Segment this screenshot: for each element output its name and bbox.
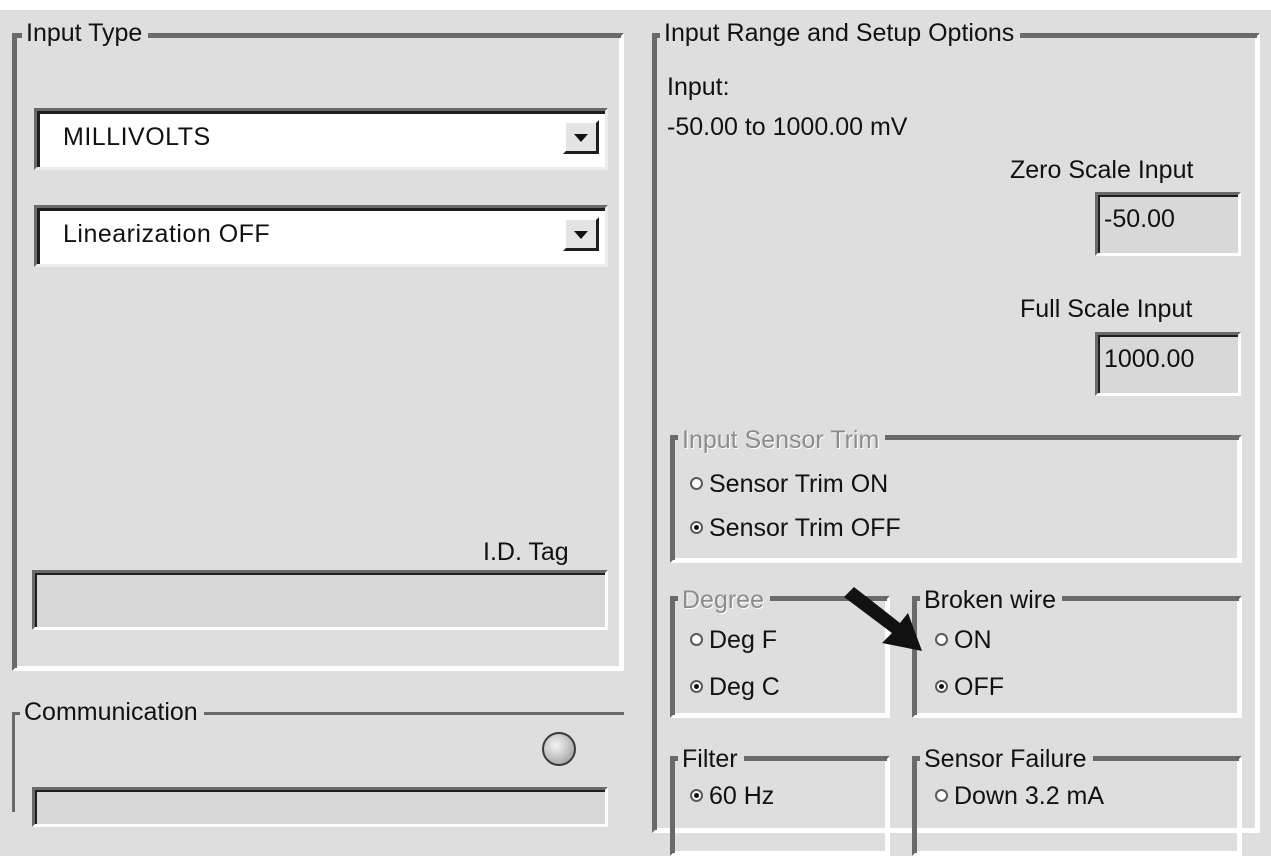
sensor-trim-legend: Input Sensor Trim [678, 425, 886, 455]
led-icon [542, 732, 576, 766]
radio-checked-icon [690, 788, 703, 802]
linearization-select-value: Linearization OFF [63, 220, 271, 248]
id-tag-input[interactable] [32, 570, 608, 630]
radio-unchecked-icon [690, 476, 703, 490]
broken-wire-on-radio[interactable]: ON [935, 625, 992, 655]
sensor-failure-legend: Sensor Failure [920, 744, 1093, 774]
input-type-dropdown-button[interactable] [563, 120, 599, 154]
radio-unchecked-icon [935, 632, 948, 646]
broken-wire-off-radio[interactable]: OFF [935, 672, 1004, 702]
linearization-select[interactable]: Linearization OFF [34, 205, 608, 267]
degree-legend: Degree [678, 585, 770, 615]
sensor-trim-off-radio[interactable]: Sensor Trim OFF [690, 513, 901, 543]
zero-scale-input[interactable]: -50.00 [1095, 192, 1241, 256]
communication-field[interactable] [32, 787, 608, 827]
broken-wire-legend: Broken wire [920, 585, 1062, 615]
radio-checked-icon [935, 679, 948, 693]
id-tag-label: I.D. Tag [483, 538, 569, 566]
degree-f-label: Deg F [709, 626, 778, 654]
degree-c-radio[interactable]: Deg C [690, 672, 780, 702]
filter-60hz-radio[interactable]: 60 Hz [690, 781, 774, 811]
chevron-down-icon [574, 134, 588, 142]
input-range-legend: Input Range and Setup Options [660, 18, 1021, 48]
full-scale-label: Full Scale Input [1020, 295, 1193, 323]
degree-f-radio[interactable]: Deg F [690, 625, 777, 655]
degree-c-label: Deg C [709, 673, 780, 701]
window-top-edge [0, 0, 1271, 10]
sensor-trim-on-radio[interactable]: Sensor Trim ON [690, 469, 888, 499]
full-scale-value: 1000.00 [1104, 345, 1195, 373]
input-range-text: -50.00 to 1000.00 mV [667, 113, 908, 141]
arrow-icon [844, 587, 922, 651]
linearization-dropdown-button[interactable] [563, 217, 599, 251]
radio-checked-icon [690, 520, 703, 534]
chevron-down-icon [574, 231, 588, 239]
zero-scale-label: Zero Scale Input [1010, 156, 1194, 184]
sensor-trim-on-label: Sensor Trim ON [709, 470, 889, 498]
input-type-legend: Input Type [22, 18, 149, 48]
broken-wire-on-label: ON [954, 626, 992, 654]
communication-legend: Communication [20, 697, 204, 727]
full-scale-input[interactable]: 1000.00 [1095, 332, 1241, 396]
sensor-failure-down-radio[interactable]: Down 3.2 mA [935, 781, 1104, 811]
radio-checked-icon [690, 679, 703, 693]
filter-60hz-label: 60 Hz [709, 782, 775, 810]
filter-legend: Filter [678, 744, 744, 774]
input-label: Input: [667, 73, 730, 101]
input-type-select[interactable]: MILLIVOLTS [34, 108, 608, 170]
sensor-failure-down-label: Down 3.2 mA [954, 782, 1105, 810]
zero-scale-value: -50.00 [1104, 205, 1175, 233]
sensor-trim-off-label: Sensor Trim OFF [709, 514, 901, 542]
radio-unchecked-icon [935, 788, 948, 802]
radio-unchecked-icon [690, 632, 703, 646]
input-type-select-value: MILLIVOLTS [63, 123, 211, 151]
broken-wire-off-label: OFF [954, 673, 1004, 701]
